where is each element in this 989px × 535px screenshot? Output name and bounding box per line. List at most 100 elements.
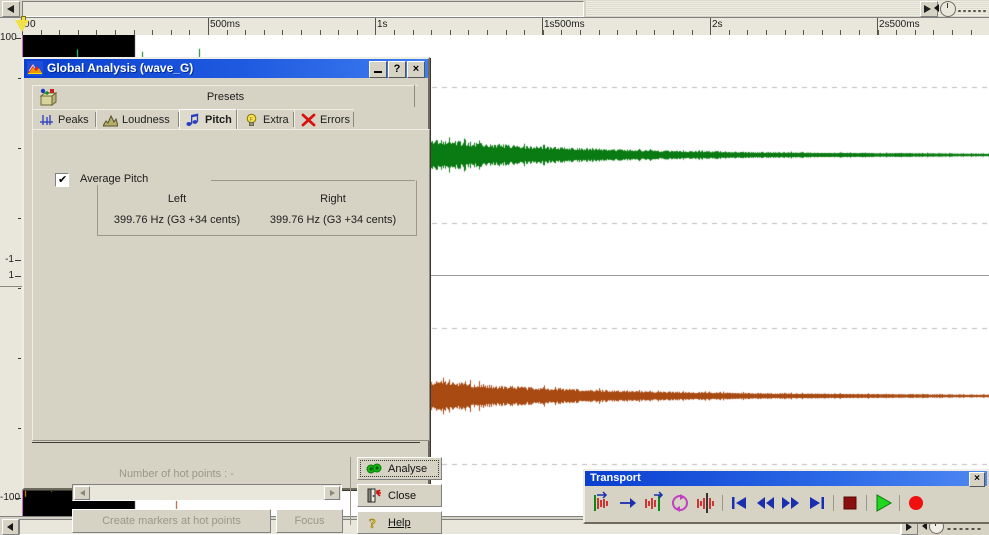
pitch-notes-icon: [186, 113, 201, 127]
top-toolbar: [0, 0, 989, 18]
analyse-button-label: Analyse: [388, 462, 428, 475]
transport-separator: [899, 494, 900, 511]
close-button[interactable]: ×: [407, 61, 425, 78]
marker-start-icon: [589, 490, 615, 519]
dialog-titlebar[interactable]: Global Analysis (wave_G) ? ×: [24, 59, 428, 78]
toolbar-empty-area: [22, 1, 584, 17]
hot-points-count-label: Number of hot points : -: [119, 468, 234, 480]
axis-tick: [15, 498, 21, 499]
vertical-axis-gutter: 100 -1 1 -100: [0, 18, 23, 516]
focus-button[interactable]: Focus: [276, 509, 343, 533]
axis-minor-tick: [18, 78, 21, 79]
fast-forward-icon: [778, 496, 804, 519]
ruler-label: 1s: [377, 19, 388, 30]
axis-label: 100: [0, 32, 17, 43]
axis-tick: [15, 260, 21, 261]
axis-label: -100: [0, 492, 21, 503]
help-button[interactable]: ? Help: [357, 511, 442, 534]
pitch-value-left: 399.76 Hz (G3 +34 cents): [113, 214, 241, 226]
marker-goto-icon: [615, 497, 641, 519]
tab-label: Extra: [263, 113, 289, 126]
red-x-icon: [301, 113, 316, 127]
pitch-value-right: 399.76 Hz (G3 +34 cents): [269, 214, 397, 226]
analysis-tabs[interactable]: Peaks Loudness Pitch F Extra Errors: [32, 109, 428, 129]
hot-points-slider-left-button[interactable]: [74, 486, 90, 500]
skip-back-icon: [726, 496, 752, 519]
svg-text:?: ?: [369, 517, 376, 530]
tab-label: Errors: [320, 113, 350, 126]
tab-errors[interactable]: Errors: [294, 109, 354, 129]
global-analysis-dialog[interactable]: Global Analysis (wave_G) ? × Presets Pea…: [22, 57, 442, 534]
ruler-label: 500ms: [210, 19, 241, 30]
close-button-label: Close: [388, 489, 417, 502]
transport-separator: [722, 494, 723, 511]
average-pitch-label: Average Pitch: [77, 173, 152, 185]
toolbar-zoom-knob[interactable]: [940, 1, 956, 17]
axis-minor-tick: [18, 218, 21, 219]
tab-separator: [353, 112, 354, 127]
time-ruler[interactable]: 0 500ms 1s 1s500ms 2s 2s500ms: [22, 18, 989, 36]
transport-rewind-button[interactable]: [752, 490, 778, 516]
tab-pitch[interactable]: Pitch: [179, 109, 237, 129]
transport-snap-to-zero-button[interactable]: [693, 490, 719, 516]
scroll-left-button[interactable]: [2, 519, 19, 535]
tab-extra[interactable]: F Extra: [237, 109, 294, 129]
create-markers-button[interactable]: Create markers at hot points: [72, 509, 271, 533]
svg-text:F: F: [250, 117, 253, 123]
footer-divider: [32, 442, 420, 443]
pitch-tab-panel: ✔ Average Pitch Left Right 399.76 Hz (G3…: [32, 129, 430, 441]
transport-play-button[interactable]: [870, 490, 896, 516]
presets-divider: [414, 85, 415, 107]
transport-title-text: Transport: [590, 472, 641, 484]
toolbar-scroll-left-button[interactable]: [2, 1, 20, 17]
help-button-label: Help: [388, 516, 411, 529]
transport-go-to-start-button[interactable]: [726, 490, 752, 516]
snap-zero-icon: [693, 492, 719, 519]
average-pitch-checkbox[interactable]: ✔: [55, 173, 69, 187]
transport-go-to-end-button[interactable]: [804, 490, 830, 516]
transport-separator: [833, 494, 834, 511]
minimize-button[interactable]: [369, 61, 387, 78]
transport-stop-button[interactable]: [837, 490, 863, 516]
record-icon: [903, 495, 929, 519]
hot-points-slider[interactable]: [72, 484, 342, 501]
transport-titlebar[interactable]: Transport ×: [585, 471, 987, 487]
toolbar-knob-arrow-icon: [934, 4, 939, 12]
playback-cursor-handle[interactable]: [15, 16, 30, 33]
tab-label: Pitch: [205, 113, 232, 126]
tab-label: Loudness: [122, 113, 170, 126]
transport-window[interactable]: Transport ×: [583, 469, 989, 524]
axis-minor-tick: [18, 428, 21, 429]
peaks-icon: [39, 113, 54, 127]
loudness-icon: [102, 113, 119, 127]
titlebar-help-button[interactable]: ?: [388, 61, 406, 78]
play-icon: [870, 493, 896, 519]
presets-row[interactable]: Presets: [32, 85, 418, 110]
axis-label: 1: [8, 270, 14, 281]
transport-loop-playback-button[interactable]: [667, 490, 693, 516]
ruler-label: 2s500ms: [879, 19, 920, 30]
analyse-button[interactable]: Analyse: [357, 457, 442, 480]
tab-loudness[interactable]: Loudness: [96, 109, 179, 129]
transport-fast-forward-button[interactable]: [778, 490, 804, 516]
axis-tick: [15, 276, 21, 277]
loop-icon: [667, 493, 693, 519]
transport-marker-set-end-button[interactable]: [641, 490, 667, 516]
transport-marker-goto-button[interactable]: [615, 490, 641, 516]
tab-peaks[interactable]: Peaks: [32, 109, 96, 129]
average-pitch-groupbox: [97, 180, 417, 236]
rewind-icon: [752, 496, 778, 519]
axis-minor-tick: [18, 148, 21, 149]
hot-points-slider-right-button[interactable]: [324, 486, 340, 500]
transport-button-bar[interactable]: [585, 487, 987, 518]
yellow-question-icon: ?: [366, 515, 382, 533]
toolbar-zoom-scale-dots-icon: [957, 9, 987, 13]
close-dialog-button[interactable]: Close: [357, 484, 442, 507]
transport-record-button[interactable]: [903, 490, 929, 516]
presets-label: Presets: [206, 91, 245, 103]
transport-marker-set-start-button[interactable]: [589, 490, 615, 516]
dialog-title-text: Global Analysis (wave_G): [47, 61, 194, 75]
footer-vertical-divider: [350, 457, 351, 525]
axis-label: -1: [5, 254, 14, 265]
transport-close-button[interactable]: ×: [969, 472, 985, 487]
